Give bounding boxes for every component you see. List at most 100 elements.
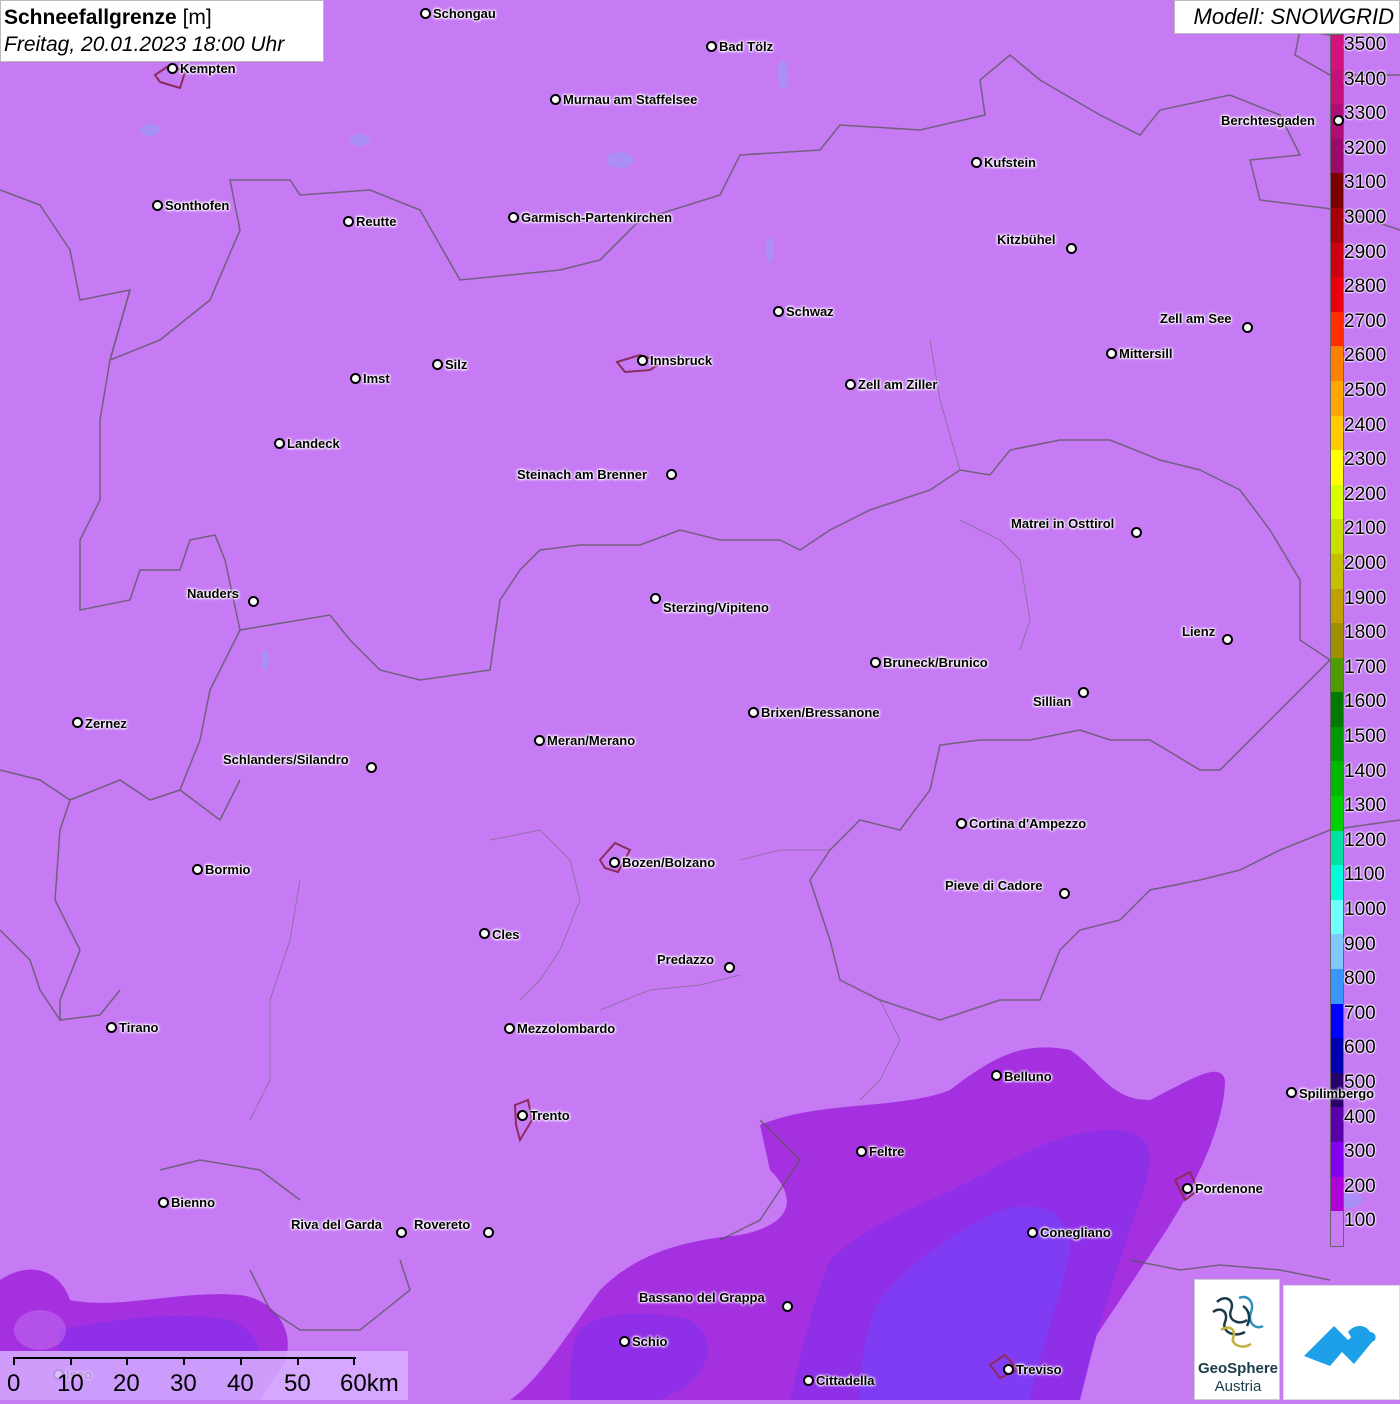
legend-label: 2100	[1344, 518, 1387, 540]
legend-label: 2400	[1344, 414, 1387, 436]
city-marker[interactable]	[432, 359, 443, 370]
city-marker[interactable]	[343, 216, 354, 227]
legend-label: 200	[1344, 1175, 1376, 1197]
legend-color-swatch	[1331, 553, 1343, 589]
city-marker[interactable]	[1131, 527, 1142, 538]
city-marker[interactable]	[856, 1146, 867, 1157]
city-marker[interactable]	[152, 200, 163, 211]
city-marker[interactable]	[420, 8, 431, 19]
city-marker[interactable]	[1078, 687, 1089, 698]
scale-bar-label: 60km	[340, 1370, 399, 1397]
city-marker[interactable]	[192, 864, 203, 875]
city-label: Schlanders/Silandro	[223, 752, 349, 767]
city-marker[interactable]	[158, 1197, 169, 1208]
city-marker[interactable]	[1286, 1087, 1297, 1098]
city-marker[interactable]	[666, 469, 677, 480]
legend-color-swatch	[1331, 588, 1343, 624]
city-marker[interactable]	[1003, 1364, 1014, 1375]
city-marker[interactable]	[971, 157, 982, 168]
city-label: Cittadella	[816, 1373, 875, 1388]
city-label: Bienno	[171, 1195, 216, 1210]
city-marker[interactable]	[1333, 115, 1344, 126]
city-label: Schongau	[433, 6, 496, 21]
app-logo[interactable]	[1283, 1285, 1400, 1400]
city-label: Bruneck/Brunico	[883, 655, 988, 670]
city-marker[interactable]	[782, 1301, 793, 1312]
map-datetime: Freitag, 20.01.2023 18:00 Uhr	[4, 33, 285, 56]
legend-label: 3500	[1344, 34, 1387, 55]
city-marker[interactable]	[991, 1070, 1002, 1081]
legend-label: 1700	[1344, 656, 1387, 678]
legend-label: 600	[1344, 1037, 1376, 1059]
legend-color-swatch	[1331, 519, 1343, 554]
city-label: Sillian	[1033, 694, 1072, 709]
legend-color-swatch	[1331, 1176, 1343, 1212]
city-marker[interactable]	[619, 1336, 630, 1347]
city-marker[interactable]	[274, 438, 285, 449]
city-marker[interactable]	[1182, 1183, 1193, 1194]
legend-label: 3000	[1344, 207, 1387, 228]
city-marker[interactable]	[517, 1110, 528, 1121]
city-marker[interactable]	[1242, 322, 1253, 333]
city-marker[interactable]	[748, 707, 759, 718]
city-label: Cortina d'Ampezzo	[969, 816, 1087, 831]
city-marker[interactable]	[504, 1023, 515, 1034]
city-label: Zell am See	[1160, 311, 1232, 326]
city-label: Sterzing/Vipiteno	[663, 600, 769, 615]
city-marker[interactable]	[845, 379, 856, 390]
city-marker[interactable]	[724, 962, 735, 973]
scale-bar-tick	[240, 1357, 242, 1365]
city-marker[interactable]	[956, 818, 967, 829]
city-marker[interactable]	[1027, 1227, 1038, 1238]
city-label: Kempten	[180, 61, 236, 76]
city-marker[interactable]	[803, 1375, 814, 1386]
scale-bar-label: 40	[227, 1370, 254, 1397]
map-title-parameter: Schneefallgrenze	[4, 6, 177, 29]
city-marker[interactable]	[366, 762, 377, 773]
legend-label: 800	[1344, 968, 1376, 990]
logo-subname: Austria	[1214, 1378, 1262, 1395]
city-marker[interactable]	[508, 212, 519, 223]
city-marker[interactable]	[350, 373, 361, 384]
city-marker[interactable]	[396, 1227, 407, 1238]
city-marker[interactable]	[106, 1022, 117, 1033]
city-label: Tirano	[119, 1020, 159, 1035]
city-marker[interactable]	[773, 306, 784, 317]
city-label: Treviso	[1016, 1362, 1062, 1377]
city-marker[interactable]	[1106, 348, 1117, 359]
scale-bar-label: 20	[113, 1370, 140, 1397]
city-label: Murnau am Staffelsee	[563, 92, 698, 107]
city-marker[interactable]	[1059, 888, 1070, 899]
legend-color-swatch	[1331, 138, 1343, 174]
legend-color-swatch	[1331, 623, 1343, 658]
city-marker[interactable]	[479, 928, 490, 939]
city-label: Garmisch-Partenkirchen	[521, 210, 673, 225]
city-marker[interactable]	[706, 41, 717, 52]
legend-label: 1900	[1344, 587, 1387, 609]
city-marker[interactable]	[1066, 243, 1077, 254]
city-marker[interactable]	[870, 657, 881, 668]
legend-color-swatch	[1331, 207, 1343, 243]
city-label: Berchtesgaden	[1221, 113, 1315, 128]
city-label: Sonthofen	[165, 198, 230, 213]
map-title-box: Schneefallgrenze [m] Freitag, 20.01.2023…	[0, 0, 324, 62]
city-marker[interactable]	[72, 717, 83, 728]
legend-label: 400	[1344, 1106, 1376, 1128]
city-label: Meran/Merano	[547, 733, 636, 748]
city-marker[interactable]	[167, 63, 178, 74]
city-label: Mittersill	[1119, 346, 1173, 361]
city-marker[interactable]	[637, 355, 648, 366]
city-marker[interactable]	[609, 857, 620, 868]
geosphere-logo[interactable]: GeoSphere Austria	[1194, 1279, 1280, 1400]
city-marker[interactable]	[1222, 634, 1233, 645]
city-marker[interactable]	[248, 596, 259, 607]
city-marker[interactable]	[483, 1227, 494, 1238]
scale-bar-label: 50	[284, 1370, 311, 1397]
legend-color-swatch	[1331, 380, 1343, 416]
city-label: Mezzolombardo	[517, 1021, 616, 1036]
city-marker[interactable]	[550, 94, 561, 105]
city-marker[interactable]	[650, 593, 661, 604]
legend-color-swatch	[1331, 899, 1343, 935]
city-label: Lienz	[1182, 624, 1216, 639]
city-marker[interactable]	[534, 735, 545, 746]
